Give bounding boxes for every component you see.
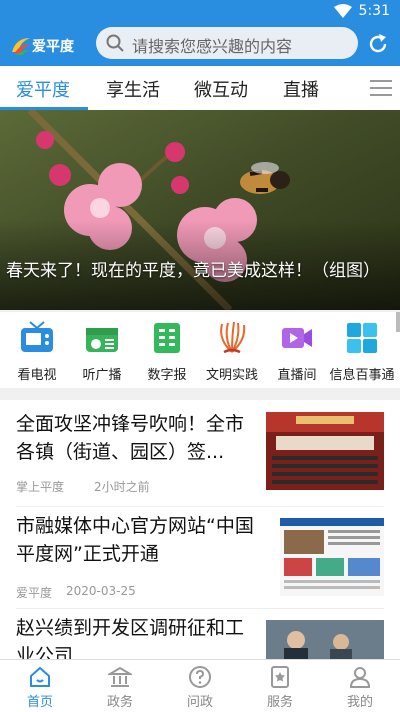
nav-label: 首页 (26, 695, 53, 710)
question-icon (189, 666, 211, 688)
news-item[interactable]: 赵兴绩到开发区调研征和工业公司 (16, 614, 384, 664)
nav-label: 政务 (106, 695, 133, 710)
search-placeholder: 请搜索您感兴趣的内容 (132, 37, 293, 56)
search-icon (106, 34, 124, 52)
bottom-navigation: 首页 政务 问政 服务 我的 (0, 659, 400, 712)
app-logo[interactable]: 爱平度 (10, 32, 76, 58)
tab-aipingdu[interactable]: 爱平度 (16, 76, 70, 102)
news-title: 全面攻坚冲锋号吹响！全市各镇（街道、园区）签... (16, 413, 245, 463)
tab-weihudong[interactable]: 微互动 (194, 76, 248, 102)
tab-xiangshenghuo[interactable]: 享生活 (106, 76, 160, 102)
user-icon (349, 667, 371, 688)
nav-service[interactable]: 服务 (250, 665, 310, 710)
grid-icon (347, 323, 377, 353)
news-thumbnail (266, 620, 384, 660)
nav-government[interactable]: 政务 (90, 665, 150, 710)
quick-access-row: 看电视 听广播 数字报 文明实践 直播间 信息百事通 (0, 312, 400, 388)
news-thumbnail (280, 518, 384, 596)
status-bar: 5:31 (0, 0, 400, 24)
search-bar[interactable]: 请搜索您感兴趣的内容 (96, 27, 358, 59)
logo-text: 爱平度 (32, 39, 74, 55)
nav-label: 服务 (266, 695, 293, 710)
logo-icon (12, 38, 30, 55)
service-icon (271, 666, 289, 688)
quick-item-info-service[interactable]: 信息百事通 (329, 320, 395, 383)
wifi-icon (334, 4, 352, 18)
quick-item-label: 看电视 (17, 368, 57, 383)
app-header: 爱平度 请搜索您感兴趣的内容 (0, 24, 400, 66)
news-item[interactable]: 全面攻坚冲锋号吹响！全市各镇（街道、园区）签... 掌上平度 2小时之前 (16, 410, 384, 507)
quick-item-tv[interactable]: 看电视 (4, 320, 70, 383)
video-icon (282, 328, 312, 348)
news-title: 市融媒体中心官方网站“中国平度网”正式开通 (16, 515, 254, 565)
nav-inquiry[interactable]: 问政 (170, 665, 230, 710)
government-icon (108, 666, 132, 687)
channel-tabs: 爱平度 享生活 微互动 直播 (0, 66, 400, 111)
news-title: 赵兴绩到开发区调研征和工业公司 (16, 617, 245, 660)
news-item[interactable]: 市融媒体中心官方网站“中国平度网”正式开通 爱平度 2020-03-25 (16, 512, 384, 609)
civilization-logo-icon (220, 321, 246, 354)
quick-item-label: 信息百事通 (329, 368, 395, 383)
quick-item-label: 听广播 (82, 368, 122, 383)
tab-zhibo[interactable]: 直播 (283, 76, 319, 102)
tv-icon (21, 321, 53, 352)
nav-label: 问政 (186, 695, 213, 710)
quick-item-radio[interactable]: 听广播 (69, 320, 135, 383)
banner-carousel[interactable]: 春天来了！现在的平度，竟已美成这样！（组图） (0, 110, 400, 310)
quick-item-label: 数字报 (147, 368, 187, 383)
quick-item-label: 文明实践 (205, 368, 258, 383)
quick-item-newspaper[interactable]: 数字报 (134, 320, 200, 383)
quick-item-live-room[interactable]: 直播间 (264, 320, 330, 383)
news-source: 爱平度 (16, 586, 53, 600)
newspaper-icon (154, 323, 180, 353)
scrollbar[interactable] (396, 312, 400, 332)
news-time: 2小时之前 (94, 480, 150, 494)
banner-caption: 春天来了！现在的平度，竟已美成这样！（组图） (6, 261, 380, 281)
nav-profile[interactable]: 我的 (330, 665, 390, 710)
nav-label: 我的 (346, 695, 373, 710)
home-icon (30, 666, 50, 687)
radio-icon (86, 328, 118, 352)
quick-item-label: 直播间 (277, 368, 317, 383)
refresh-icon[interactable] (366, 32, 390, 56)
news-thumbnail (266, 412, 384, 490)
news-list: 全面攻坚冲锋号吹响！全市各镇（街道、园区）签... 掌上平度 2小时之前 市融媒… (0, 400, 400, 660)
news-time: 2020-03-25 (66, 584, 136, 598)
status-time: 5:31 (358, 3, 390, 19)
channel-menu-icon[interactable] (370, 80, 392, 96)
news-source: 掌上平度 (16, 480, 65, 494)
nav-home[interactable]: 首页 (10, 665, 70, 710)
quick-item-civilization[interactable]: 文明实践 (199, 320, 265, 383)
